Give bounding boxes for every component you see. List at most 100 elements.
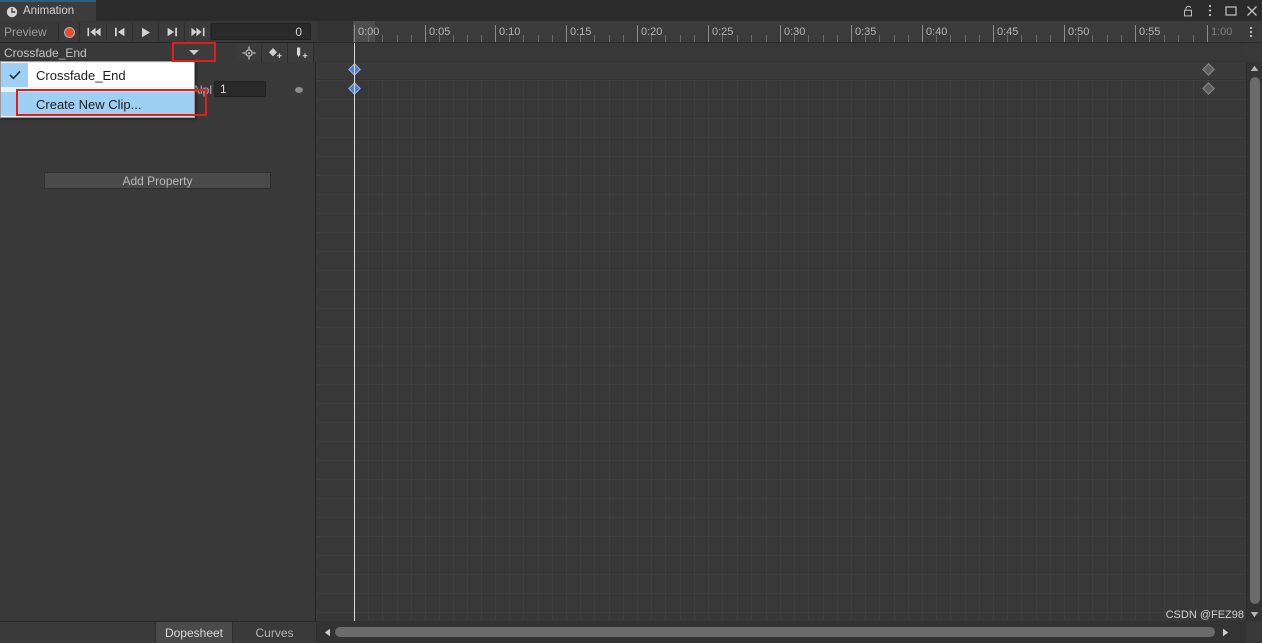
ruler-minor-tick (722, 35, 723, 42)
ruler-minor-tick (694, 35, 695, 42)
record-button[interactable] (58, 23, 80, 41)
preview-label[interactable]: Preview (4, 25, 47, 39)
grid-line-vertical (651, 80, 652, 621)
ruler-minor-tick (808, 35, 809, 42)
play-button[interactable] (133, 23, 159, 41)
grid-line-vertical (1178, 80, 1179, 621)
grid-line-vertical (722, 80, 723, 621)
grid-line-horizontal (317, 574, 1245, 575)
ruler-minor-tick (979, 35, 980, 42)
grid-line-vertical (523, 80, 524, 621)
close-icon[interactable] (1245, 4, 1258, 17)
ruler-minor-tick (680, 35, 681, 42)
ruler-major-tick (780, 25, 781, 42)
grid-line-vertical (609, 80, 610, 621)
grid-line-horizontal (317, 99, 1245, 100)
scroll-right-arrow-icon[interactable] (1219, 625, 1232, 639)
grid-line-vertical (538, 80, 539, 621)
vertical-scrollbar[interactable] (1246, 62, 1262, 621)
grid-line-vertical (808, 80, 809, 621)
next-keyframe-button[interactable] (159, 23, 185, 41)
go-to-end-button[interactable] (185, 23, 211, 41)
ruler-major-tick (708, 25, 709, 42)
grid-line-vertical (837, 80, 838, 621)
maximize-icon[interactable] (1224, 4, 1237, 17)
tab-dopesheet[interactable]: Dopesheet (155, 622, 233, 643)
clip-dropdown-button[interactable] (172, 43, 216, 62)
dopesheet-summary-row[interactable] (317, 61, 1245, 80)
tab-animation[interactable]: Animation (0, 0, 96, 21)
grid-line-vertical (382, 80, 383, 621)
ruler-minor-tick (609, 35, 610, 42)
ruler-major-tick (1207, 25, 1208, 42)
grid-line-vertical (1107, 80, 1108, 621)
grid-line-vertical (425, 80, 426, 621)
grid-line-horizontal (317, 365, 1245, 366)
scroll-up-arrow-icon[interactable] (1247, 62, 1262, 75)
grid-line-vertical (1164, 80, 1165, 621)
go-to-beginning-button[interactable] (81, 23, 107, 41)
add-event-icon[interactable] (288, 43, 314, 62)
menu-item-check-placeholder (1, 92, 28, 116)
ruler-minor-tick (737, 35, 738, 42)
ruler-minor-tick (1021, 35, 1022, 42)
scroll-left-arrow-icon[interactable] (321, 625, 334, 639)
property-value-field[interactable]: 1 (214, 81, 266, 97)
grid-line-vertical (1135, 80, 1136, 621)
lock-icon[interactable] (1182, 4, 1195, 17)
ruler-minor-tick (894, 35, 895, 42)
window-titlebar: Animation (0, 0, 1262, 21)
grid-line-vertical (623, 80, 624, 621)
grid-line-vertical (1050, 80, 1051, 621)
grid-line-horizontal (317, 612, 1245, 613)
previous-keyframe-button[interactable] (107, 23, 133, 41)
grid-line-vertical (1149, 80, 1150, 621)
ruler-options-kebab-icon[interactable] (1244, 21, 1258, 42)
ruler-minor-tick (1193, 35, 1194, 42)
property-keyframe-toggle-icon[interactable] (295, 87, 303, 93)
keyframe-tools (236, 43, 314, 62)
clip-name-label: Crossfade_End (4, 46, 87, 60)
ruler-minor-tick (623, 35, 624, 42)
tab-curves[interactable]: Curves (233, 622, 317, 643)
property-name-label: Alpl (192, 83, 213, 97)
horizontal-scrollbar-thumb[interactable] (335, 627, 1215, 637)
property-hierarchy-panel: Alpl 1 Add Property (0, 62, 316, 621)
grid-line-vertical (780, 80, 781, 621)
dopesheet-area[interactable] (317, 43, 1245, 621)
ruler-minor-tick (1121, 35, 1122, 42)
chevron-down-icon (189, 50, 199, 55)
grid-line-vertical (439, 80, 440, 621)
ruler-minor-tick (879, 35, 880, 42)
clip-dropdown-menu[interactable]: Crossfade_End Create New Clip... (0, 61, 195, 118)
menu-item-create-new-clip[interactable]: Create New Clip... (1, 92, 194, 116)
menu-item-crossfade-end[interactable]: Crossfade_End (1, 63, 194, 87)
kebab-menu-icon[interactable] (1203, 4, 1216, 17)
current-frame-field[interactable]: 0 (211, 23, 311, 40)
tab-dopesheet-label: Dopesheet (164, 625, 224, 640)
grid-line-vertical (566, 80, 567, 621)
playhead-line[interactable] (354, 43, 355, 621)
grid-line-vertical (1121, 80, 1122, 621)
grid-line-vertical (680, 80, 681, 621)
ruler-major-tick (851, 25, 852, 42)
add-property-button[interactable]: Add Property (44, 172, 271, 189)
ruler-minor-tick (439, 35, 440, 42)
timeline-ruler[interactable]: 0:00 0:05 0:10 0:15 0:20 0:25 0:30 0:35 0:40 0:45… (317, 21, 1262, 43)
dopesheet-grid (317, 80, 1245, 621)
ruler-minor-tick (523, 35, 524, 42)
scroll-down-arrow-icon[interactable] (1247, 608, 1262, 621)
ruler-minor-tick (665, 35, 666, 42)
grid-line-vertical (453, 80, 454, 621)
grid-line-vertical (751, 80, 752, 621)
grid-line-vertical (467, 80, 468, 621)
transport-controls (81, 23, 211, 41)
vertical-scrollbar-thumb[interactable] (1250, 77, 1260, 604)
ruler-minor-tick (397, 35, 398, 42)
grid-line-vertical (936, 80, 937, 621)
ruler-minor-tick (481, 35, 482, 42)
horizontal-scrollbar[interactable] (317, 621, 1246, 643)
add-keyframe-target-icon[interactable] (236, 43, 262, 62)
grid-line-horizontal (317, 517, 1245, 518)
add-keyframe-icon[interactable] (262, 43, 288, 62)
